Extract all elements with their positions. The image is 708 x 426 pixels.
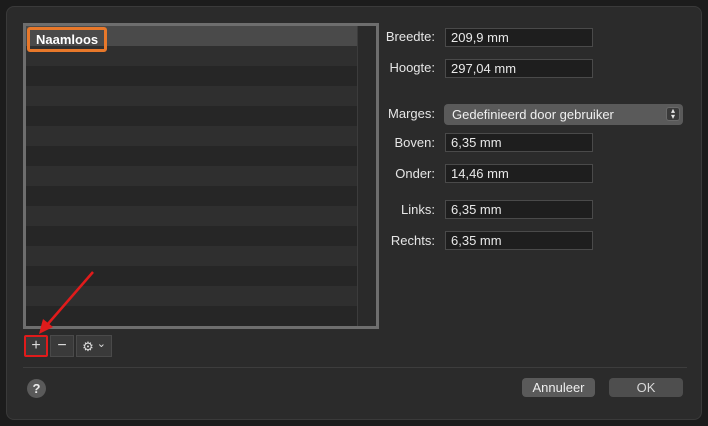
top-margin-field[interactable]: [445, 133, 593, 152]
footer-divider: [23, 367, 687, 368]
margins-select-value: Gedefinieerd door gebruiker: [452, 107, 614, 122]
cancel-button-label: Annuleer: [532, 380, 585, 395]
selected-paper-item-naamloos[interactable]: Naamloos: [27, 27, 107, 52]
list-row-empty: [26, 66, 358, 86]
list-row-empty: [26, 206, 358, 226]
height-label: Hoogte:: [389, 60, 435, 75]
right-margin-label: Rechts:: [390, 233, 435, 248]
list-rows: [26, 26, 358, 326]
ok-button[interactable]: OK: [609, 378, 683, 397]
list-row-empty: [26, 286, 358, 306]
plus-icon: +: [31, 337, 41, 354]
custom-paper-size-dialog: Naamloos + − ⚙ ⌄ Breedte: Hoogte: Marges…: [6, 6, 702, 420]
minus-icon: −: [57, 337, 67, 354]
margins-label: Marges:: [388, 106, 435, 121]
gear-icon: ⚙: [82, 338, 94, 354]
help-button[interactable]: ?: [27, 379, 46, 398]
list-controls: + − ⚙ ⌄: [24, 335, 112, 357]
left-margin-field[interactable]: [445, 200, 593, 219]
list-row-empty: [26, 86, 358, 106]
ok-button-label: OK: [636, 380, 656, 395]
list-row-empty: [26, 246, 358, 266]
action-menu-button[interactable]: ⚙ ⌄: [76, 335, 112, 357]
margins-select[interactable]: Gedefinieerd door gebruiker ▴ ▾: [444, 104, 683, 125]
question-icon: ?: [32, 381, 41, 396]
bottom-margin-label: Onder:: [395, 166, 435, 181]
list-row-empty: [26, 226, 358, 246]
list-row-empty: [26, 146, 358, 166]
top-margin-label: Boven:: [394, 135, 435, 150]
list-row-empty: [26, 306, 358, 326]
list-row-empty: [26, 166, 358, 186]
width-label: Breedte:: [385, 29, 435, 44]
list-row-empty: [26, 186, 358, 206]
left-margin-label: Links:: [401, 202, 435, 217]
width-field[interactable]: [445, 28, 593, 47]
paper-item-label: Naamloos: [36, 32, 99, 47]
chevron-down-icon: ⌄: [96, 337, 106, 350]
add-paper-size-button[interactable]: +: [24, 335, 48, 357]
updown-chevron-icon: ▴ ▾: [666, 107, 680, 121]
paper-size-list[interactable]: [23, 23, 379, 329]
list-row-empty: [26, 106, 358, 126]
list-row-empty: [26, 266, 358, 286]
right-margin-field[interactable]: [445, 231, 593, 250]
cancel-button[interactable]: Annuleer: [522, 378, 595, 397]
remove-paper-size-button[interactable]: −: [50, 335, 74, 357]
bottom-margin-field[interactable]: [445, 164, 593, 183]
list-row-empty: [26, 126, 358, 146]
height-field[interactable]: [445, 59, 593, 78]
